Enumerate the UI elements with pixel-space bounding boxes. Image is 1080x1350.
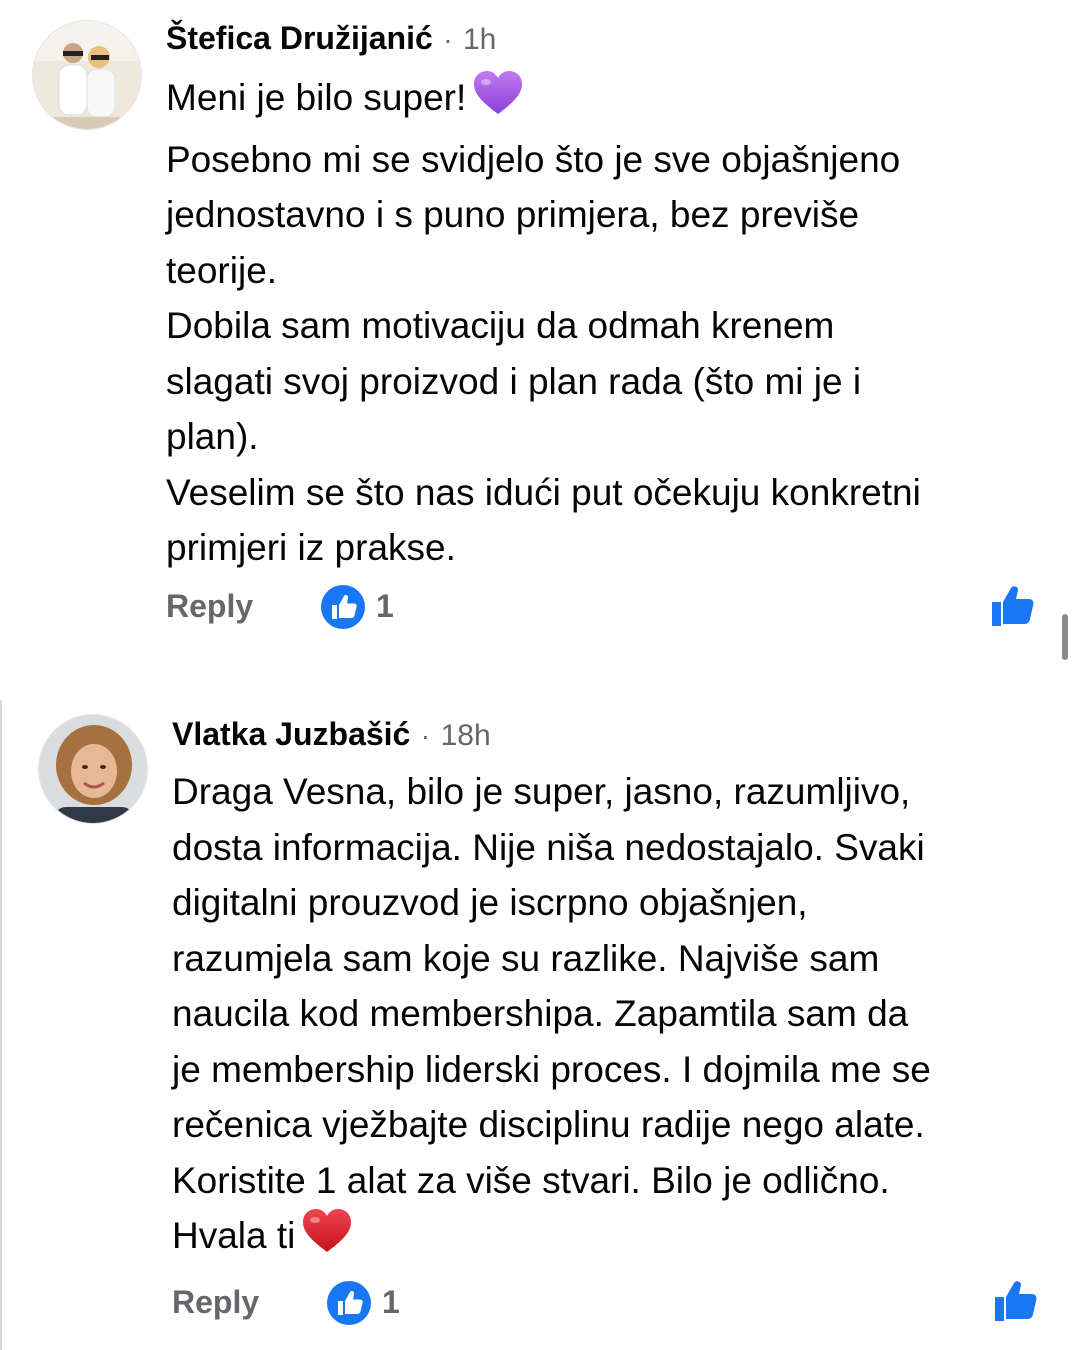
like-reaction-icon[interactable] (326, 1280, 372, 1326)
comment-line: Meni je bilo super! (166, 70, 1066, 132)
comment-line: rečenica vježbajte disciplinu radije neg… (172, 1104, 925, 1145)
comment-line: naucila kod membershipa. Zapamtila sam d… (172, 993, 909, 1034)
comment-line: razumjela sam koje su razlike. Najviše s… (172, 937, 880, 979)
reaction-count[interactable]: 1 (376, 588, 394, 625)
comment-line: Dobila sam motivaciju da odmah krenem (166, 305, 835, 346)
like-button-icon[interactable] (993, 1278, 1039, 1324)
avatar[interactable] (32, 20, 142, 130)
comment-line: Draga Vesna, bilo je super, jasno, razum… (172, 771, 911, 812)
comment-header: Vlatka Juzbašić · 18h (172, 716, 491, 753)
reaction-count[interactable]: 1 (382, 1284, 400, 1321)
comment-line: Posebno mi se svidjelo što je sve objašn… (166, 138, 901, 180)
comment-2: Vlatka Juzbašić · 18h Draga Vesna, bilo … (0, 700, 1080, 1350)
avatar[interactable] (38, 714, 148, 824)
separator: · (420, 720, 431, 751)
like-button-icon[interactable] (990, 583, 1036, 629)
like-reaction-icon[interactable] (320, 584, 366, 630)
avatar-photo (39, 715, 147, 823)
avatar-photo (33, 21, 141, 129)
purple-heart-icon (472, 70, 524, 132)
comment-line: Veselim se što nas idući put očekuju kon… (166, 471, 921, 513)
timestamp[interactable]: 1h (463, 23, 496, 56)
timestamp[interactable]: 18h (441, 719, 491, 752)
divider (0, 662, 1080, 700)
comment-line: primjeri iz prakse. (166, 527, 456, 568)
separator: · (443, 24, 453, 55)
comment-line: Hvala ti (172, 1208, 1072, 1270)
comment-line: digitalni prouzvod je iscrpno objašnjen, (172, 882, 808, 923)
comment-1: Štefica Družijanić · 1h Meni je bilo sup… (0, 0, 1080, 662)
comment-line: slagati svoj proizvod i plan rada (što m… (166, 360, 862, 402)
comment-line: teorije. (166, 249, 278, 291)
comment-text: Meni je bilo super! Posebno mi se svidje… (166, 70, 1066, 576)
comment-line: je membership liderski proces. I dojmila… (172, 1048, 931, 1090)
comment-line: Koristite 1 alat za više stvari. Bilo je… (172, 1159, 890, 1201)
red-heart-icon (301, 1208, 353, 1270)
comment-header: Štefica Družijanić · 1h (166, 20, 496, 57)
author-name[interactable]: Vlatka Juzbašić (172, 716, 410, 752)
comment-line: jednostavno i s puno primjera, bez previ… (166, 194, 860, 235)
author-name[interactable]: Štefica Družijanić (166, 20, 433, 56)
comment-line: dosta informacija. Nije niša nedostajalo… (172, 826, 925, 868)
scrollbar[interactable] (1062, 614, 1068, 660)
comment-line: plan). (166, 416, 259, 457)
reply-button[interactable]: Reply (172, 1284, 259, 1321)
comment-text: Draga Vesna, bilo je super, jasno, razum… (172, 764, 1072, 1270)
reply-button[interactable]: Reply (166, 588, 253, 625)
